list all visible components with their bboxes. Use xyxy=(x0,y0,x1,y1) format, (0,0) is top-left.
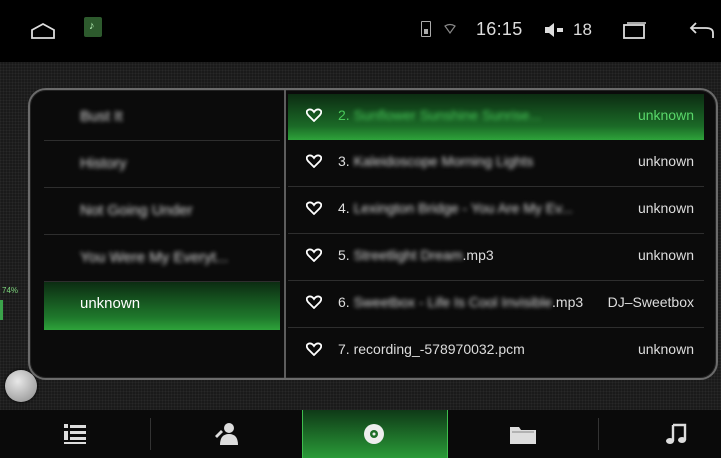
artist-label: History xyxy=(80,155,127,172)
nav-album-button[interactable] xyxy=(302,410,448,458)
track-title: 4. Lexington Bridge - You Are My Ev... xyxy=(338,200,573,216)
back-icon[interactable] xyxy=(688,20,716,45)
music-app-icon[interactable]: ♪ xyxy=(84,17,102,37)
track-title: 6. Sweetbox - Life Is Cool Invisible.mp3 xyxy=(338,294,584,310)
favorite-heart-icon[interactable] xyxy=(305,342,323,361)
volume-level: 18 xyxy=(573,20,592,39)
track-title: 5. Streetlight Dream.mp3 xyxy=(338,247,494,263)
track-title: 3. Kaleidoscope Morning Lights xyxy=(338,153,534,169)
artist-label: You Were My Everyt... xyxy=(80,249,229,266)
floating-assist-button[interactable] xyxy=(5,370,37,402)
clock: 16:15 xyxy=(476,19,523,39)
song-icon xyxy=(665,422,689,451)
bottom-nav xyxy=(0,410,721,458)
artist-label: Not Going Under xyxy=(80,202,193,219)
volume-icon[interactable] xyxy=(543,22,565,43)
artist-icon xyxy=(213,422,239,451)
artist-item[interactable]: History xyxy=(44,141,280,188)
artist-label: Bust It xyxy=(80,108,123,125)
edge-indicator-bar xyxy=(0,300,3,320)
track-artist: unknown xyxy=(637,107,694,123)
favorite-heart-icon[interactable] xyxy=(305,108,323,127)
home-icon[interactable] xyxy=(30,22,56,45)
track-artist: DJ–Sweetbox xyxy=(607,294,694,310)
track-title: 2. Sunflower Sunshine Sunrise... xyxy=(338,107,542,123)
favorite-heart-icon[interactable] xyxy=(305,295,323,314)
track-row[interactable]: 3. Kaleidoscope Morning Lights unknown xyxy=(288,140,704,187)
track-artist: unknown xyxy=(637,247,694,263)
status-bar: ♪ 16:15 18 xyxy=(0,0,721,62)
playlist-icon xyxy=(62,422,88,451)
recent-apps-icon[interactable] xyxy=(622,22,648,45)
wifi-icon xyxy=(444,22,456,40)
artist-item[interactable]: Bust It xyxy=(44,94,280,141)
nav-folder-button[interactable] xyxy=(448,410,598,458)
track-list: 2. Sunflower Sunshine Sunrise... unknown… xyxy=(288,94,704,374)
track-row[interactable]: 7. recording_-578970032.pcm unknown xyxy=(288,328,704,374)
artist-item[interactable]: Not Going Under xyxy=(44,188,280,235)
edge-indicator-label: 74% xyxy=(2,286,19,295)
nav-artist-button[interactable] xyxy=(151,410,301,458)
music-browser-panel: Bust It History Not Going Under You Were… xyxy=(28,88,718,380)
favorite-heart-icon[interactable] xyxy=(305,201,323,220)
track-row[interactable]: 4. Lexington Bridge - You Are My Ev... u… xyxy=(288,187,704,234)
folder-icon xyxy=(508,422,538,451)
track-row[interactable]: 5. Streetlight Dream.mp3 unknown xyxy=(288,234,704,281)
track-row-selected[interactable]: 2. Sunflower Sunshine Sunrise... unknown xyxy=(288,94,704,140)
nav-song-button[interactable] xyxy=(599,410,721,458)
artist-item[interactable]: You Were My Everyt... xyxy=(44,235,280,282)
favorite-heart-icon[interactable] xyxy=(305,154,323,173)
artist-label: unknown xyxy=(80,295,141,312)
artist-list: Bust It History Not Going Under You Were… xyxy=(44,94,280,330)
album-icon xyxy=(362,422,386,451)
artist-item-selected[interactable]: unknown xyxy=(44,282,280,330)
track-artist: unknown xyxy=(637,200,694,216)
track-row[interactable]: 6. Sweetbox - Life Is Cool Invisible.mp3… xyxy=(288,281,704,328)
favorite-heart-icon[interactable] xyxy=(305,248,323,267)
track-artist: unknown xyxy=(637,341,694,357)
track-title: 7. recording_-578970032.pcm xyxy=(338,341,525,357)
nav-playlist-button[interactable] xyxy=(0,410,150,458)
phone-icon xyxy=(421,21,431,37)
column-divider xyxy=(284,90,286,378)
track-artist: unknown xyxy=(637,153,694,169)
